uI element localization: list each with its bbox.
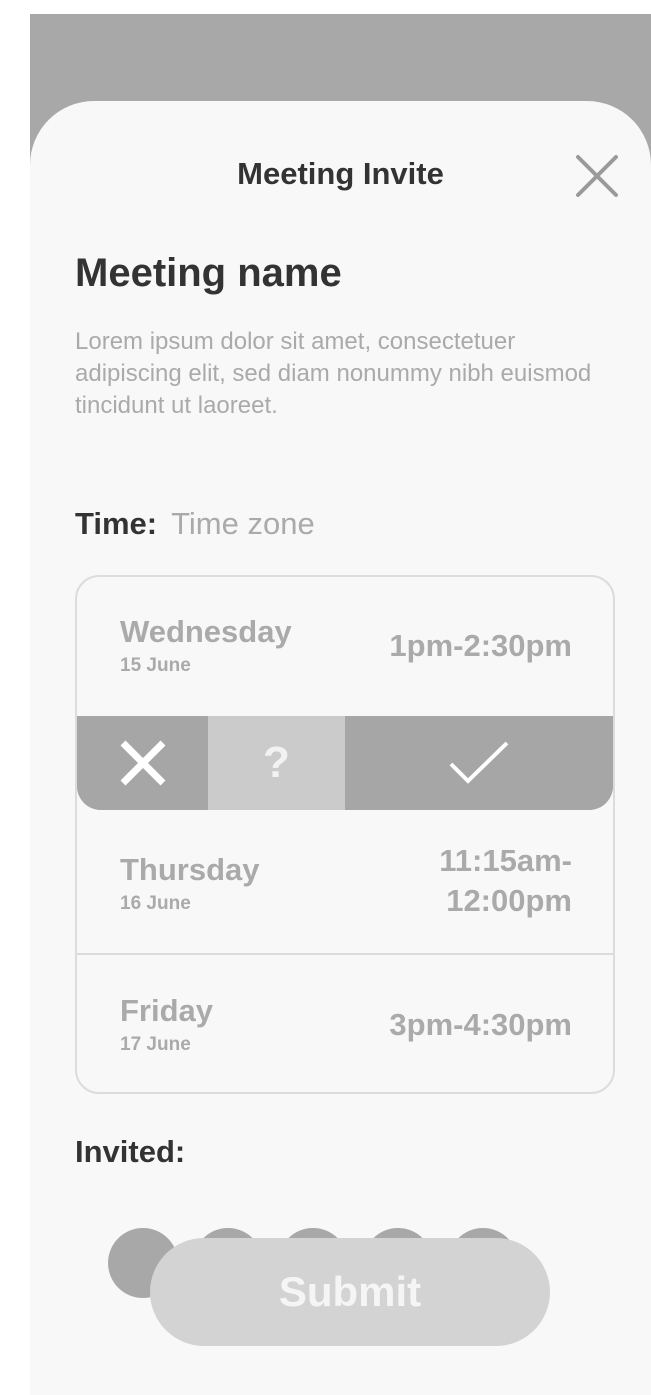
sheet-title: Meeting Invite — [237, 156, 444, 191]
invited-label: Invited: — [75, 1134, 186, 1169]
maybe-label: ? — [263, 738, 290, 787]
accept-button[interactable] — [345, 716, 613, 810]
slot-date: 17 June — [120, 1034, 191, 1055]
slot-time: 11:15am- 12:00pm — [439, 841, 572, 921]
time-slot-card: Wednesday 15 June 1pm-2:30pm ? Thursday … — [75, 575, 615, 1094]
meeting-description: Lorem ipsum dolor sit amet, consectetuer… — [75, 328, 592, 419]
slot-time: 1pm-2:30pm — [389, 628, 572, 663]
check-icon — [449, 741, 509, 784]
time-slot-thursday[interactable]: Thursday 16 June 11:15am- 12:00pm — [77, 810, 613, 953]
slot-date: 16 June — [120, 893, 191, 914]
slot-time-line2: 12:00pm — [446, 883, 572, 918]
close-icon — [576, 155, 618, 197]
close-button[interactable] — [574, 153, 620, 199]
slot-day: Friday — [120, 993, 214, 1028]
time-slot-wednesday[interactable]: Wednesday 15 June 1pm-2:30pm — [77, 577, 613, 716]
submit-button[interactable]: Submit — [150, 1238, 550, 1346]
bottom-sheet: Meeting Invite Meeting name Lorem ipsum … — [30, 101, 651, 1395]
slot-date: 15 June — [120, 655, 191, 676]
rsvp-action-bar: ? — [77, 716, 613, 810]
time-row: Time: Time zone — [75, 506, 315, 542]
x-icon — [120, 740, 165, 786]
slot-day: Wednesday — [120, 614, 292, 649]
meeting-name: Meeting name — [75, 251, 342, 295]
slot-time: 3pm-4:30pm — [389, 1007, 572, 1042]
maybe-button[interactable]: ? — [208, 716, 345, 810]
screen-frame: Meeting Invite Meeting name Lorem ipsum … — [30, 14, 651, 1395]
timezone-selector[interactable]: Time zone — [171, 506, 315, 541]
time-slot-friday[interactable]: Friday 17 June 3pm-4:30pm — [77, 955, 613, 1092]
decline-button[interactable] — [77, 716, 208, 810]
time-label: Time: — [75, 506, 158, 541]
slot-time-line1: 11:15am- — [439, 843, 572, 878]
slot-day: Thursday — [120, 852, 260, 887]
